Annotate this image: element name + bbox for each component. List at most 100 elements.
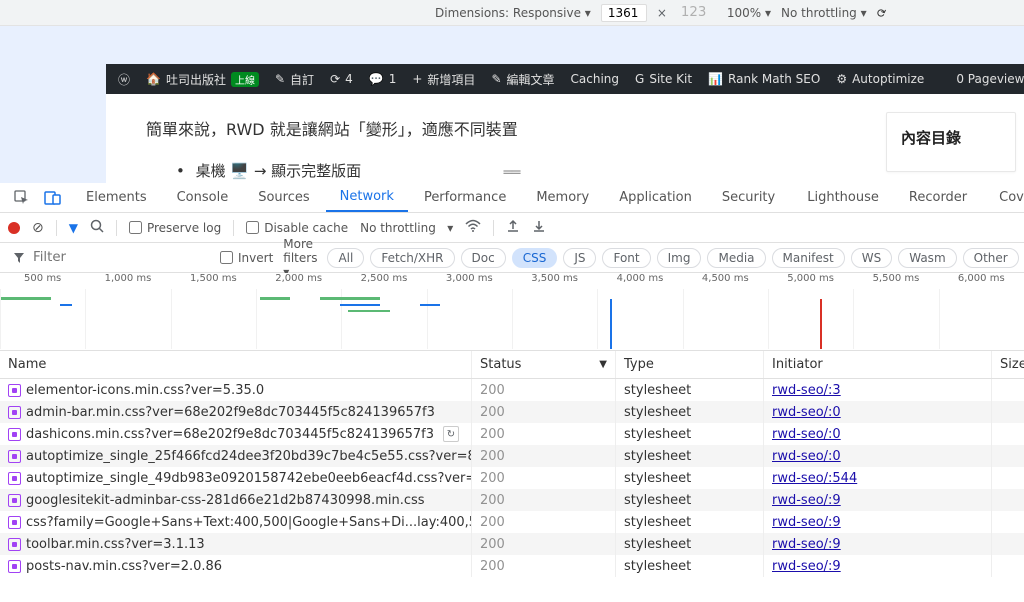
wp-comments[interactable]: 💬 1 xyxy=(369,72,397,86)
initiator-link[interactable]: rwd-seo/:9 xyxy=(772,537,841,552)
drag-handle-icon[interactable]: ══ xyxy=(504,165,521,181)
chip-media[interactable]: Media xyxy=(707,248,765,268)
disable-cache-checkbox[interactable]: Disable cache xyxy=(246,221,348,235)
throttling-dropdown[interactable]: No throttling ▾ xyxy=(360,221,453,235)
tab-memory[interactable]: Memory xyxy=(522,183,603,212)
wp-autoptimize[interactable]: ⚙ Autoptimize xyxy=(836,72,924,86)
initiator-link[interactable]: rwd-seo/:0 xyxy=(772,405,841,420)
initiator-link[interactable]: rwd-seo/:3 xyxy=(772,383,841,398)
initiator-link[interactable]: rwd-seo/:0 xyxy=(772,449,841,464)
wp-new[interactable]: + 新增項目 xyxy=(412,71,475,88)
tab-performance[interactable]: Performance xyxy=(410,183,520,212)
cell-size xyxy=(992,555,1024,577)
wp-pageviews[interactable]: 0 Pageviews xyxy=(956,72,1024,86)
tick: 4,000 ms xyxy=(597,273,682,291)
wifi-icon[interactable] xyxy=(465,219,481,236)
chip-manifest[interactable]: Manifest xyxy=(772,248,845,268)
css-file-icon xyxy=(8,516,21,529)
table-row[interactable]: toolbar.min.css?ver=3.1.13200stylesheetr… xyxy=(0,533,1024,555)
timeline-body[interactable] xyxy=(0,291,1024,351)
viewport-height-input[interactable] xyxy=(677,4,717,21)
wp-customize[interactable]: ✎ 自訂 xyxy=(275,71,314,88)
wp-edit[interactable]: ✎ 編輯文章 xyxy=(491,71,554,88)
header-name[interactable]: Name xyxy=(0,351,472,378)
upload-icon[interactable] xyxy=(506,219,520,236)
initiator-link[interactable]: rwd-seo/:9 xyxy=(772,493,841,508)
table-row[interactable]: autoptimize_single_49db983e0920158742ebe… xyxy=(0,467,1024,489)
css-file-icon xyxy=(8,450,21,463)
tick: 5,500 ms xyxy=(853,273,938,291)
header-type[interactable]: Type xyxy=(616,351,764,378)
chip-wasm[interactable]: Wasm xyxy=(898,248,956,268)
chip-doc[interactable]: Doc xyxy=(461,248,506,268)
table-row[interactable]: posts-nav.min.css?ver=2.0.86200styleshee… xyxy=(0,555,1024,577)
download-icon[interactable] xyxy=(532,219,546,236)
chip-img[interactable]: Img xyxy=(657,248,702,268)
tab-lighthouse[interactable]: Lighthouse xyxy=(793,183,893,212)
css-file-icon xyxy=(8,560,21,573)
wp-rank-math[interactable]: 📊 Rank Math SEO xyxy=(708,72,820,86)
chip-css[interactable]: CSS xyxy=(512,248,558,268)
table-header: Name Status▼ Type Initiator Size xyxy=(0,351,1024,379)
tab-elements[interactable]: Elements xyxy=(72,183,161,212)
cell-size xyxy=(992,489,1024,511)
table-row[interactable]: elementor-icons.min.css?ver=5.35.0200sty… xyxy=(0,379,1024,401)
inspect-icon[interactable] xyxy=(8,183,36,212)
table-row[interactable]: autoptimize_single_25f466fcd24dee3f20bd3… xyxy=(0,445,1024,467)
tab-sources[interactable]: Sources xyxy=(244,183,323,212)
invert-checkbox[interactable]: Invert xyxy=(220,251,273,265)
cell-size xyxy=(992,379,1024,401)
tab-console[interactable]: Console xyxy=(163,183,243,212)
cell-status: 200 xyxy=(472,445,616,467)
chip-other[interactable]: Other xyxy=(963,248,1019,268)
filter-input[interactable] xyxy=(29,247,209,268)
chip-js[interactable]: JS xyxy=(563,248,596,268)
wp-logo-icon[interactable]: ⓦ xyxy=(118,71,130,88)
cell-initiator: rwd-seo/:9 xyxy=(764,555,992,577)
tab-network[interactable]: Network xyxy=(326,183,408,212)
wp-updates[interactable]: ⟳ 4 xyxy=(330,72,353,86)
table-row[interactable]: admin-bar.min.css?ver=68e202f9e8dc703445… xyxy=(0,401,1024,423)
preserve-log-checkbox[interactable]: Preserve log xyxy=(129,221,221,235)
tab-application[interactable]: Application xyxy=(605,183,706,212)
viewport-width-input[interactable] xyxy=(601,4,647,22)
tab-recorder[interactable]: Recorder xyxy=(895,183,981,212)
header-initiator[interactable]: Initiator xyxy=(764,351,992,378)
tab-coverage[interactable]: Coverage xyxy=(985,183,1024,212)
table-row[interactable]: googlesitekit-adminbar-css-281d66e21d2b8… xyxy=(0,489,1024,511)
dimensions-dropdown[interactable]: Dimensions: Responsive xyxy=(435,6,591,20)
cell-status: 200 xyxy=(472,423,616,445)
rotate-icon[interactable]: ⟳ xyxy=(875,4,889,21)
clear-icon[interactable]: ⊘ xyxy=(32,220,44,236)
chip-all[interactable]: All xyxy=(327,248,364,268)
chip-fetch-xhr[interactable]: Fetch/XHR xyxy=(370,248,454,268)
cell-initiator: rwd-seo/:0 xyxy=(764,445,992,467)
initiator-link[interactable]: rwd-seo/:0 xyxy=(772,427,841,442)
initiator-link[interactable]: rwd-seo/:9 xyxy=(772,559,841,574)
cell-name: dashicons.min.css?ver=68e202f9e8dc703445… xyxy=(0,423,472,445)
network-timeline[interactable]: 500 ms 1,000 ms 1,500 ms 2,000 ms 2,500 … xyxy=(0,273,1024,351)
table-row[interactable]: css?family=Google+Sans+Text:400,500|Goog… xyxy=(0,511,1024,533)
cell-status: 200 xyxy=(472,511,616,533)
tab-security[interactable]: Security xyxy=(708,183,789,212)
header-status[interactable]: Status▼ xyxy=(472,351,616,378)
filter-input-wrap[interactable] xyxy=(8,246,210,269)
chip-ws[interactable]: WS xyxy=(851,248,892,268)
wp-caching[interactable]: Caching xyxy=(571,72,620,86)
filter-icon[interactable]: ▼ xyxy=(69,221,78,235)
record-icon[interactable] xyxy=(8,222,20,234)
initiator-link[interactable]: rwd-seo/:9 xyxy=(772,515,841,530)
tl-bar xyxy=(260,297,290,300)
wp-site-kit[interactable]: G Site Kit xyxy=(635,72,692,86)
search-icon[interactable] xyxy=(90,219,104,236)
override-icon[interactable]: ↻ xyxy=(443,426,459,442)
viewport-throttling-dropdown[interactable]: No throttling xyxy=(781,6,867,20)
table-row[interactable]: dashicons.min.css?ver=68e202f9e8dc703445… xyxy=(0,423,1024,445)
initiator-link[interactable]: rwd-seo/:544 xyxy=(772,471,857,486)
zoom-dropdown[interactable]: 100% xyxy=(727,6,771,20)
device-toggle-icon[interactable] xyxy=(38,183,68,212)
wp-site-name[interactable]: 🏠 吐司出版社 上線 xyxy=(146,71,259,88)
header-size[interactable]: Size xyxy=(992,351,1024,378)
cell-type: stylesheet xyxy=(616,445,764,467)
chip-font[interactable]: Font xyxy=(602,248,650,268)
